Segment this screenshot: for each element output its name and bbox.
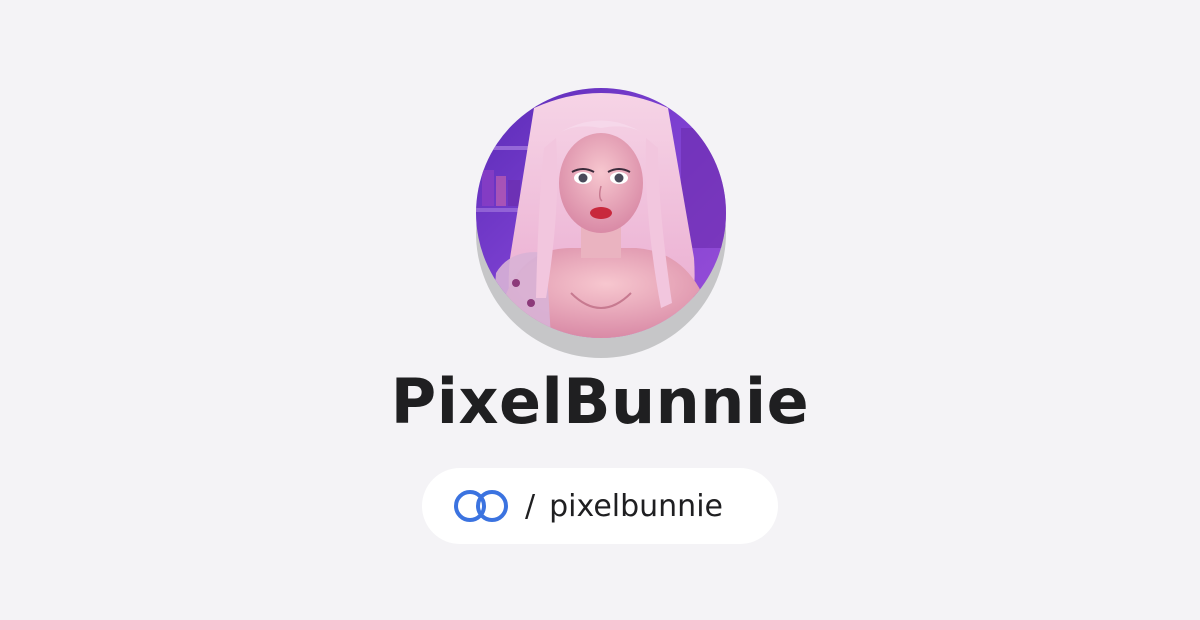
profile-card: PixelBunnie / pixelbunnie <box>0 0 1200 620</box>
profile-handle: pixelbunnie <box>549 488 723 524</box>
handle-separator: / <box>525 488 536 524</box>
bottom-accent-bar <box>0 620 1200 630</box>
profile-photo-icon <box>476 88 726 338</box>
avatar[interactable] <box>476 88 726 338</box>
avatar-container <box>476 88 726 358</box>
profile-link-pill[interactable]: / pixelbunnie <box>422 468 778 544</box>
linked-rings-logo-icon <box>454 490 508 522</box>
display-name: PixelBunnie <box>390 365 810 438</box>
